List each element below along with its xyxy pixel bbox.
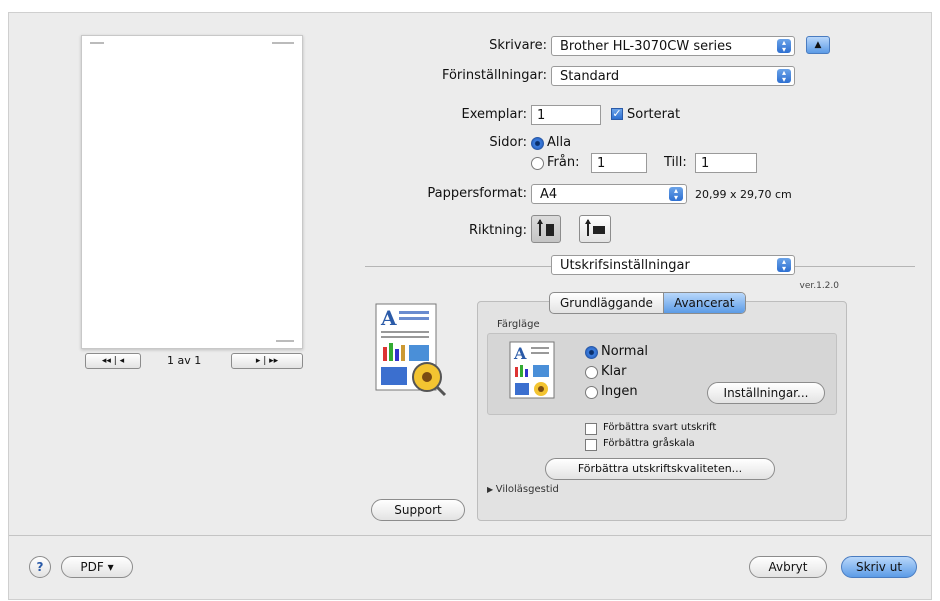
improve-gray-label: Förbättra gråskala — [603, 438, 695, 449]
improve-black-label: Förbättra svart utskrift — [603, 422, 717, 433]
paper-size: 20,99 x 29,70 cm — [695, 188, 792, 201]
orientation-label: Riktning: — [469, 223, 527, 238]
printer-select[interactable]: Brother HL-3070CW series ▴ ▾ — [551, 36, 795, 56]
pages-from-radio[interactable] — [531, 157, 544, 170]
printer-value: Brother HL-3070CW series — [560, 39, 732, 54]
print-button[interactable]: Skriv ut — [841, 556, 917, 578]
color-none-label: Ingen — [601, 384, 638, 399]
pages-all-label: Alla — [547, 135, 572, 150]
pages-label: Sidor: — [489, 135, 527, 150]
pages-all-radio[interactable] — [531, 137, 544, 150]
improve-gray-checkbox[interactable] — [585, 439, 597, 451]
color-normal-radio[interactable] — [585, 346, 598, 359]
color-settings-button[interactable]: Inställningar... — [707, 382, 825, 404]
printer-label: Skrivare: — [489, 38, 547, 53]
color-none-radio[interactable] — [585, 386, 598, 399]
section-select[interactable]: Utskrifsinställningar ▴ ▾ — [551, 255, 795, 275]
help-button[interactable]: ? — [29, 556, 51, 578]
next-page-button[interactable]: ▸ | ▸▸ — [231, 353, 303, 369]
stepper-icon: ▴ ▾ — [669, 187, 683, 202]
pdf-button[interactable]: PDF ▾ — [61, 556, 133, 578]
driver-document-icon: A — [375, 303, 449, 397]
color-normal-label: Normal — [601, 344, 649, 359]
paper-label: Pappersformat: — [427, 186, 527, 201]
cancel-button[interactable]: Avbryt — [749, 556, 827, 578]
sleep-disclosure[interactable]: ▶ Viloläsgestid — [487, 484, 559, 495]
pages-from-input[interactable]: 1 — [591, 153, 647, 173]
preview-page — [81, 35, 303, 349]
portrait-icon — [537, 219, 554, 236]
disclosure-button[interactable]: ▲ — [806, 36, 830, 54]
copies-input[interactable]: 1 — [531, 105, 601, 125]
first-page-button[interactable]: ◂◂ | ◂ — [85, 353, 141, 369]
stepper-icon: ▴ ▾ — [777, 69, 791, 84]
portrait-button[interactable] — [531, 215, 561, 243]
svg-text:A: A — [380, 306, 397, 330]
landscape-button[interactable] — [579, 215, 611, 243]
svg-text:A: A — [513, 344, 527, 363]
tab-basic[interactable]: Grundläggande — [550, 293, 664, 313]
pages-from-label: Från: — [547, 155, 580, 170]
support-button[interactable]: Support — [371, 499, 465, 521]
presets-label: Förinställningar: — [441, 68, 547, 83]
color-mode-title: Färgläge — [497, 319, 540, 330]
footer-divider — [9, 535, 931, 536]
collated-checkbox[interactable]: ✓ — [611, 108, 623, 120]
improve-quality-button[interactable]: Förbättra utskriftskvaliteten... — [545, 458, 775, 480]
sleep-label: Viloläsgestid — [495, 484, 559, 495]
copies-label: Exemplar: — [461, 107, 528, 122]
paper-value: A4 — [540, 187, 558, 202]
presets-select[interactable]: Standard ▴ ▾ — [551, 66, 795, 86]
pages-to-input[interactable]: 1 — [695, 153, 757, 173]
tab-advanced[interactable]: Avancerat — [663, 293, 745, 313]
page-counter: 1 av 1 — [167, 354, 202, 367]
section-value: Utskrifsinställningar — [560, 258, 690, 273]
version-label: ver.1.2.0 — [799, 281, 840, 291]
improve-black-checkbox[interactable] — [585, 423, 597, 435]
paper-select[interactable]: A4 ▴ ▾ — [531, 184, 687, 204]
color-vivid-label: Klar — [601, 364, 627, 379]
pages-to-label: Till: — [664, 155, 687, 170]
landscape-icon — [585, 219, 605, 236]
collated-label: Sorterat — [627, 107, 681, 122]
stepper-icon: ▴ ▾ — [777, 39, 791, 54]
stepper-icon: ▴ ▾ — [777, 258, 791, 273]
presets-value: Standard — [560, 69, 620, 84]
color-sample-icon: A — [509, 341, 555, 399]
disclosure-triangle-icon: ▶ — [487, 485, 496, 494]
tab-bar: Grundläggande Avancerat — [549, 292, 746, 314]
color-vivid-radio[interactable] — [585, 366, 598, 379]
print-dialog: ◂◂ | ◂ 1 av 1 ▸ | ▸▸ Skrivare: Brother H… — [8, 12, 932, 600]
